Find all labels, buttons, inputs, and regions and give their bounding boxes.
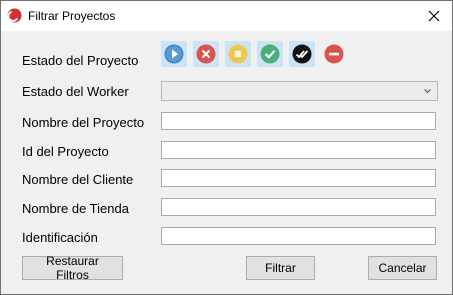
filter-dialog: Filtrar Proyectos Estado del Proyecto Es… — [0, 0, 453, 295]
project-status-toggles — [161, 41, 347, 67]
estado-worker-label: Estado del Worker — [22, 84, 129, 99]
identificacion-label: Identificación — [22, 230, 98, 245]
nombre-cliente-label: Nombre del Cliente — [22, 172, 134, 187]
id-proyecto-label: Id del Proyecto — [22, 144, 109, 159]
chevron-down-icon — [424, 89, 431, 94]
nombre-cliente-input[interactable] — [161, 169, 436, 187]
nombre-proyecto-input[interactable] — [161, 112, 436, 130]
window-title: Filtrar Proyectos — [28, 9, 116, 23]
nombre-proyecto-label: Nombre del Proyecto — [22, 115, 145, 130]
cancelar-button[interactable]: Cancelar — [368, 256, 437, 280]
app-logo-icon — [7, 8, 22, 23]
status-verified-toggle[interactable] — [289, 41, 315, 67]
block-minus-icon — [324, 44, 344, 64]
nombre-tienda-input[interactable] — [161, 198, 436, 216]
restaurar-filtros-button[interactable]: Restaurar Filtros — [22, 254, 123, 282]
title-bar: Filtrar Proyectos — [1, 1, 452, 31]
nombre-tienda-label: Nombre de Tienda — [22, 201, 129, 216]
play-icon — [164, 44, 184, 64]
check-icon — [260, 44, 280, 64]
status-completed-toggle[interactable] — [257, 41, 283, 67]
status-stopped-toggle[interactable] — [225, 41, 251, 67]
status-cancelled-toggle[interactable] — [193, 41, 219, 67]
id-proyecto-input[interactable] — [161, 141, 436, 159]
close-button[interactable] — [420, 3, 448, 29]
stop-square-icon — [228, 44, 248, 64]
double-check-icon — [292, 44, 312, 64]
estado-worker-select[interactable] — [161, 81, 438, 101]
status-play-toggle[interactable] — [161, 41, 187, 67]
cancel-x-icon — [196, 44, 216, 64]
estado-proyecto-label: Estado del Proyecto — [22, 53, 139, 68]
close-icon — [428, 10, 440, 22]
identificacion-input[interactable] — [161, 227, 436, 245]
status-blocked-toggle[interactable] — [321, 41, 347, 67]
filtrar-button[interactable]: Filtrar — [246, 256, 315, 280]
